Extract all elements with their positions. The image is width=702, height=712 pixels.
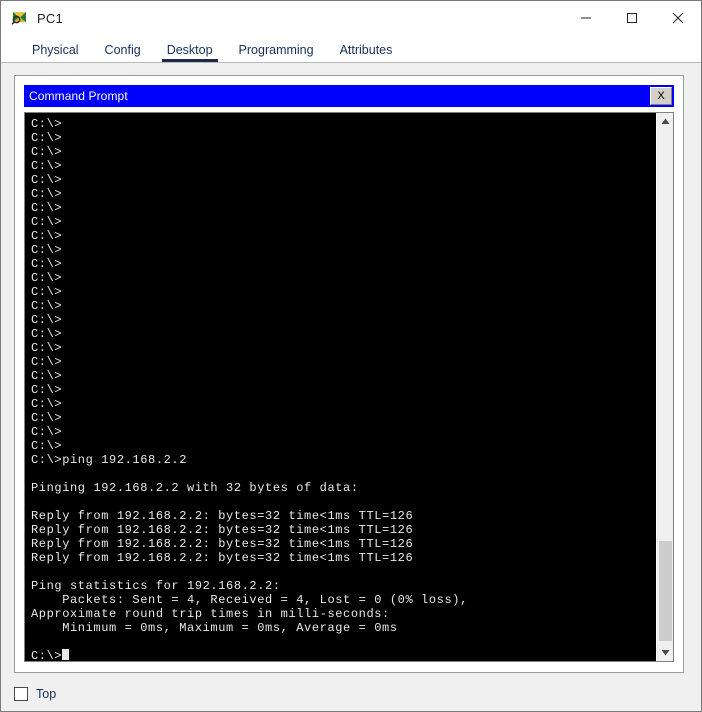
terminal-line: C:\> (31, 201, 63, 215)
terminal-line: C:\> (31, 383, 63, 397)
desktop-panel: Command Prompt X C:\> C:\> C:\> C:\> C:\> C:\… (1, 62, 701, 711)
terminal-line: C:\> (31, 257, 63, 271)
window-title: PC1 (37, 10, 63, 26)
command-prompt-title: Command Prompt (29, 89, 128, 103)
terminal-line: C:\> (31, 229, 63, 243)
top-checkbox-label: Top (36, 687, 57, 701)
tab-label: Programming (238, 43, 314, 57)
tab-bar: Physical Config Desktop Programming Attr… (1, 35, 701, 62)
maximize-icon[interactable] (609, 1, 655, 35)
packet-tracer-device-icon (11, 9, 29, 27)
tab-desktop[interactable]: Desktop (154, 43, 226, 62)
scroll-up-icon[interactable] (657, 113, 674, 130)
tab-programming[interactable]: Programming (226, 43, 327, 62)
tab-label: Config (104, 43, 141, 57)
scrollbar-thumb[interactable] (659, 541, 672, 641)
terminal-line: C:\> (31, 397, 63, 411)
tab-attributes[interactable]: Attributes (327, 43, 406, 62)
terminal-line: C:\> (31, 173, 63, 187)
terminal-scrollbar[interactable] (656, 113, 673, 661)
window-titlebar: PC1 (1, 1, 701, 35)
terminal-line: C:\> (31, 341, 63, 355)
terminal-line: C:\> (31, 187, 63, 201)
terminal-line: Minimum = 0ms, Maximum = 0ms, Average = … (31, 621, 398, 635)
terminal-container: C:\> C:\> C:\> C:\> C:\> C:\> C:\> C:\> C:\> C:\>… (24, 112, 674, 662)
scroll-down-icon[interactable] (657, 644, 674, 661)
terminal-line: C:\> (31, 439, 63, 453)
command-prompt-card: Command Prompt X C:\> C:\> C:\> C:\> C:\> C:\… (14, 75, 684, 673)
command-prompt-titlebar: Command Prompt X (24, 85, 674, 107)
tab-label: Desktop (166, 43, 213, 57)
terminal-line: C:\> (31, 299, 63, 313)
terminal-line: C:\> (31, 131, 63, 145)
tab-label: Attributes (339, 43, 393, 57)
terminal-line: C:\> (31, 145, 63, 159)
terminal-output[interactable]: C:\> C:\> C:\> C:\> C:\> C:\> C:\> C:\> C:\> C:\>… (25, 113, 656, 661)
tab-physical[interactable]: Physical (19, 43, 92, 62)
terminal-line: C:\> (31, 369, 63, 383)
terminal-line: C:\> (31, 271, 63, 285)
terminal-line: C:\> (31, 215, 63, 229)
terminal-line: C:\> (31, 327, 63, 341)
terminal-line: C:\> (31, 159, 63, 173)
terminal-prompt-line: C:\> (31, 649, 656, 661)
tab-label: Physical (32, 43, 79, 57)
terminal-line: C:\>ping 192.168.2.2 (31, 453, 188, 467)
terminal-prompt-text: C:\> (31, 649, 63, 661)
terminal-line: C:\> (31, 313, 63, 327)
tab-config[interactable]: Config (92, 43, 154, 62)
terminal-cursor (62, 649, 70, 660)
footer-bar: Top (14, 687, 56, 701)
pc1-window: PC1 Physical Config Desktop Programming … (0, 0, 702, 712)
terminal-line: C:\> (31, 285, 63, 299)
close-icon[interactable] (655, 1, 701, 35)
terminal-line: C:\> (31, 243, 63, 257)
terminal-line: C:\> (31, 117, 63, 131)
terminal-line: Reply from 192.168.2.2: bytes=32 time<1m… (31, 523, 414, 537)
terminal-line: Pinging 192.168.2.2 with 32 bytes of dat… (31, 481, 359, 495)
window-controls (563, 1, 701, 35)
terminal-line: Approximate round trip times in milli-se… (31, 607, 390, 621)
terminal-line: Ping statistics for 192.168.2.2: (31, 579, 281, 593)
top-checkbox[interactable] (14, 687, 28, 701)
command-prompt-close-button[interactable]: X (650, 87, 672, 105)
terminal-line: Reply from 192.168.2.2: bytes=32 time<1m… (31, 509, 414, 523)
terminal-line: Packets: Sent = 4, Received = 4, Lost = … (31, 593, 468, 607)
terminal-line: C:\> (31, 355, 63, 369)
terminal-line: C:\> (31, 425, 63, 439)
minimize-icon[interactable] (563, 1, 609, 35)
terminal-line: Reply from 192.168.2.2: bytes=32 time<1m… (31, 537, 414, 551)
terminal-line: C:\> (31, 411, 63, 425)
terminal-line: Reply from 192.168.2.2: bytes=32 time<1m… (31, 551, 414, 565)
